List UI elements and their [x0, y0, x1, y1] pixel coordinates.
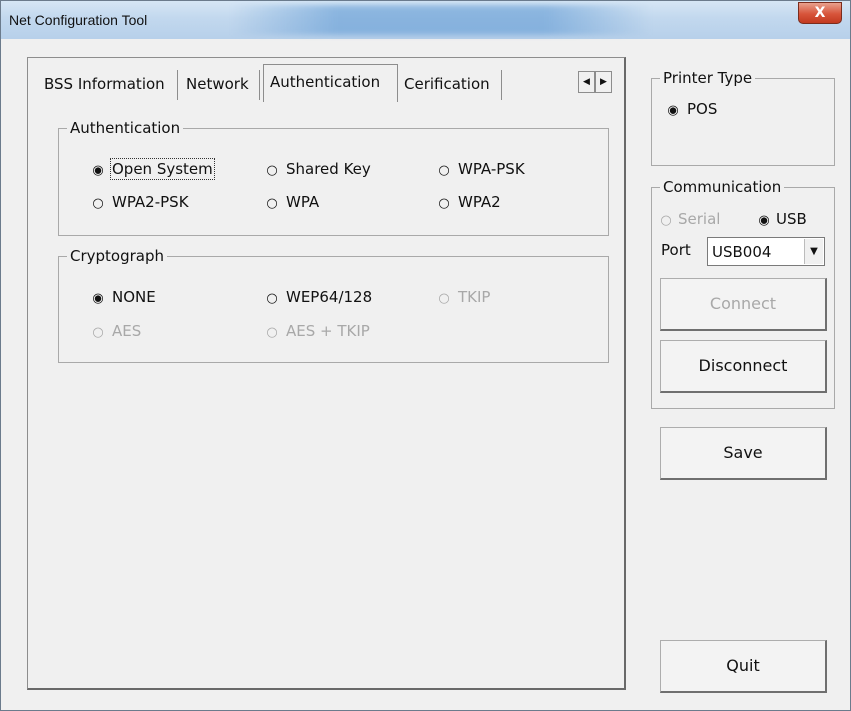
radio-unchecked-icon: ○: [92, 196, 104, 211]
radio-wpa[interactable]: ○ WPA: [266, 193, 319, 213]
title-bar-glass: [231, 5, 651, 35]
cryptograph-legend: Cryptograph: [67, 247, 168, 265]
radio-label: Open System: [110, 158, 215, 180]
radio-unchecked-icon: ○: [438, 291, 450, 306]
port-select[interactable]: USB004 ▼: [707, 237, 825, 266]
tab-scroll-arrows: ◀ ▶: [578, 71, 612, 93]
radio-unchecked-icon: ○: [438, 163, 450, 178]
radio-wpa2-psk[interactable]: ○ WPA2-PSK: [92, 193, 189, 213]
tab-scroll-right-icon[interactable]: ▶: [595, 71, 612, 93]
radio-checked-icon: ◉: [667, 103, 679, 118]
radio-open-system[interactable]: ◉ Open System: [92, 158, 215, 180]
radio-unchecked-icon: ○: [266, 196, 278, 211]
radio-aes: ○ AES: [92, 322, 141, 342]
radio-unchecked-icon: ○: [438, 196, 450, 211]
radio-wpa2[interactable]: ○ WPA2: [438, 193, 501, 213]
radio-label: Serial: [678, 210, 721, 228]
radio-tkip: ○ TKIP: [438, 288, 490, 308]
radio-unchecked-icon: ○: [266, 163, 278, 178]
radio-label: Shared Key: [286, 160, 371, 178]
radio-checked-icon: ◉: [758, 213, 770, 228]
radio-label: TKIP: [458, 288, 491, 306]
printer-type-legend: Printer Type: [660, 69, 756, 87]
tab-scroll-left-icon[interactable]: ◀: [578, 71, 595, 93]
authentication-group: Authentication: [58, 119, 609, 236]
radio-unchecked-icon: ○: [660, 213, 672, 228]
port-value: USB004: [712, 243, 772, 261]
radio-label: WPA2: [458, 193, 501, 211]
radio-label: WPA-PSK: [458, 160, 525, 178]
tab-bss-information[interactable]: BSS Information: [38, 70, 178, 100]
close-button[interactable]: X: [798, 2, 842, 24]
radio-label: WPA2-PSK: [112, 193, 189, 211]
radio-checked-icon: ◉: [92, 163, 104, 178]
communication-legend: Communication: [660, 178, 785, 196]
save-button[interactable]: Save: [660, 427, 827, 480]
connect-button[interactable]: Connect: [660, 278, 827, 331]
disconnect-button[interactable]: Disconnect: [660, 340, 827, 393]
title-bar: Net Configuration Tool X: [1, 1, 850, 39]
radio-unchecked-icon: ○: [266, 291, 278, 306]
radio-label: AES: [112, 322, 142, 340]
window-title: Net Configuration Tool: [9, 12, 148, 28]
radio-label: NONE: [112, 288, 156, 306]
radio-wpa-psk[interactable]: ○ WPA-PSK: [438, 160, 525, 180]
quit-button[interactable]: Quit: [660, 640, 827, 693]
chevron-down-icon[interactable]: ▼: [804, 239, 823, 264]
radio-shared-key[interactable]: ○ Shared Key: [266, 160, 371, 180]
radio-aes-tkip: ○ AES + TKIP: [266, 322, 370, 342]
radio-serial: ○ Serial: [660, 210, 720, 230]
tab-network[interactable]: Network: [180, 70, 260, 100]
radio-pos[interactable]: ◉ POS: [667, 100, 717, 120]
printer-type-group: Printer Type: [651, 69, 835, 166]
radio-label: AES + TKIP: [286, 322, 370, 340]
radio-label: USB: [776, 210, 807, 228]
radio-unchecked-icon: ○: [266, 325, 278, 340]
port-label: Port: [661, 241, 691, 259]
radio-unchecked-icon: ○: [92, 325, 104, 340]
radio-wep64-128[interactable]: ○ WEP64/128: [266, 288, 372, 308]
tab-authentication[interactable]: Authentication: [263, 64, 398, 102]
cryptograph-group: Cryptograph: [58, 247, 609, 363]
radio-checked-icon: ◉: [92, 291, 104, 306]
radio-label: POS: [687, 100, 718, 118]
radio-label: WEP64/128: [286, 288, 373, 306]
radio-label: WPA: [286, 193, 320, 211]
authentication-legend: Authentication: [67, 119, 184, 137]
radio-usb[interactable]: ◉ USB: [758, 210, 807, 230]
radio-none[interactable]: ◉ NONE: [92, 288, 156, 308]
tab-cerification[interactable]: Cerification: [398, 70, 502, 100]
